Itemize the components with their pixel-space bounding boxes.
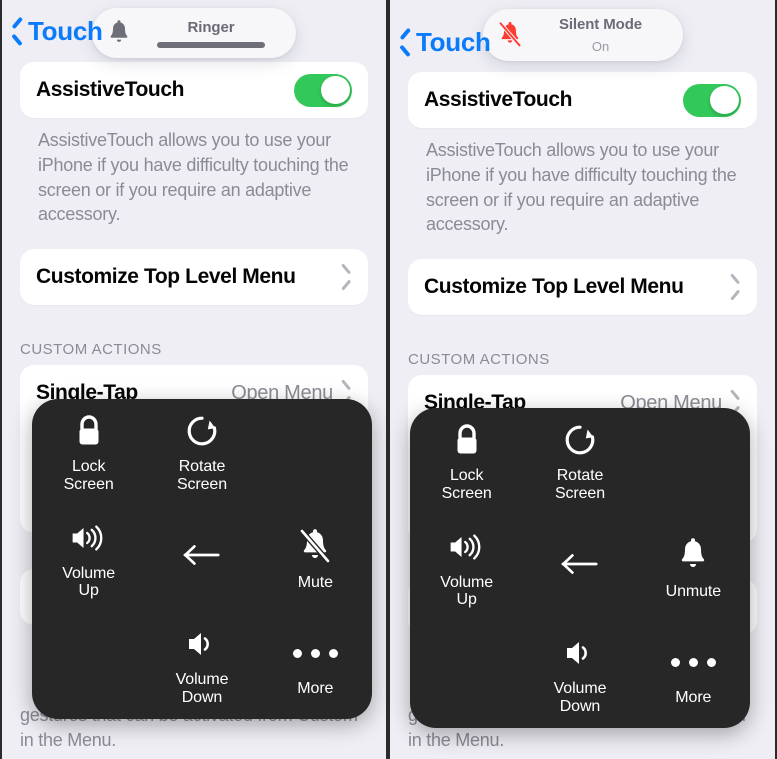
at-menu-rotate-screen[interactable]: Rotate Screen [523, 408, 636, 515]
back-button-right[interactable]: Touch [400, 27, 491, 58]
screenshot-stage: Touch Ringer AssistiveTouch AssistiveTou… [0, 0, 777, 759]
volume-down-icon [182, 624, 222, 664]
custom-actions-section-header: CUSTOM ACTIONS [408, 351, 550, 369]
bell-icon [673, 536, 713, 576]
at-menu-empty-top-right [259, 399, 372, 506]
assistive-touch-row-right[interactable]: AssistiveTouch [408, 72, 757, 128]
at-menu-more[interactable]: More [259, 612, 372, 719]
toggle-knob [321, 75, 350, 105]
more-dots-icon [670, 642, 716, 682]
at-menu-unmute-label: Unmute [665, 582, 722, 600]
at-menu-volume-down-label: Volume Down [175, 671, 229, 707]
bell-icon [108, 20, 130, 46]
assistive-touch-label: AssistiveTouch [36, 78, 185, 101]
at-menu-volume-up-label: Volume Up [440, 573, 494, 609]
chevron-right-icon [730, 278, 741, 297]
bell-slash-icon [497, 21, 523, 49]
at-menu-more[interactable]: More [637, 621, 750, 728]
ringer-banner-title: Ringer [187, 18, 235, 36]
at-menu-empty-bottom-left [410, 621, 523, 728]
chevron-left-icon [400, 31, 413, 53]
back-button-left[interactable]: Touch [12, 16, 103, 47]
volume-down-icon [560, 633, 600, 673]
at-menu-lock-screen[interactable]: Lock Screen [32, 399, 145, 506]
at-menu-back[interactable] [523, 515, 636, 622]
at-menu-empty-top-right [637, 408, 750, 515]
customize-top-level-menu-row[interactable]: Customize Top Level Menu [408, 259, 757, 315]
at-menu-volume-up[interactable]: Volume Up [32, 506, 145, 613]
assistive-touch-card-right: AssistiveTouch [408, 72, 757, 128]
assistive-touch-menu-left[interactable]: Lock Screen Rotate Screen Volume Up Mute… [32, 399, 372, 719]
back-button-label: Touch [28, 15, 103, 46]
at-menu-lock-screen[interactable]: Lock Screen [410, 408, 523, 515]
customize-menu-card-left: Customize Top Level Menu [20, 249, 368, 306]
ringer-banner-body: Ringer [142, 19, 280, 48]
lock-icon [69, 411, 109, 451]
at-menu-back[interactable] [145, 506, 258, 613]
phone-screen-right: 9:29 Touch [388, 0, 777, 759]
at-menu-rotate-screen-label: Rotate Screen [176, 457, 228, 493]
customize-top-level-menu-row[interactable]: Customize Top Level Menu [20, 249, 368, 305]
lock-icon [447, 420, 487, 460]
ringer-volume-slider[interactable] [157, 41, 265, 48]
arrow-left-icon [560, 544, 600, 584]
silent-mode-banner-title: Silent Mode [558, 16, 643, 33]
toggle-knob [710, 85, 739, 115]
back-button-label: Touch [416, 26, 491, 57]
at-menu-volume-down[interactable]: Volume Down [145, 612, 258, 719]
at-menu-more-label: More [675, 689, 712, 707]
at-menu-lock-screen-label: Lock Screen [441, 466, 492, 502]
at-menu-empty-bottom-left [32, 612, 145, 719]
customize-menu-card-right: Customize Top Level Menu [408, 259, 757, 316]
custom-actions-section-header: CUSTOM ACTIONS [20, 341, 162, 359]
bell-slash-icon [295, 527, 335, 567]
at-menu-volume-down[interactable]: Volume Down [523, 621, 636, 728]
assistive-touch-card-left: AssistiveTouch [20, 62, 368, 118]
volume-up-icon [447, 527, 487, 567]
assistive-touch-label: AssistiveTouch [424, 88, 573, 111]
more-dots-icon [292, 633, 338, 673]
customize-top-level-menu-label: Customize Top Level Menu [36, 265, 296, 289]
at-menu-lock-screen-label: Lock Screen [63, 457, 114, 493]
rotate-icon [560, 420, 600, 460]
at-menu-rotate-screen-label: Rotate Screen [554, 466, 606, 502]
nav-bar-right: Touch Silent Mode On [390, 0, 775, 72]
assistive-touch-menu-right[interactable]: Lock Screen Rotate Screen Volume Up Unmu… [410, 408, 750, 728]
nav-bar-left: Touch Ringer [2, 0, 386, 62]
at-menu-rotate-screen[interactable]: Rotate Screen [145, 399, 258, 506]
assistive-touch-description-left: AssistiveTouch allows you to use your iP… [38, 130, 349, 225]
at-menu-more-label: More [297, 680, 334, 698]
arrow-left-icon [182, 535, 222, 575]
assistive-touch-toggle[interactable] [294, 73, 352, 107]
at-menu-volume-up[interactable]: Volume Up [410, 515, 523, 622]
silent-mode-banner-body: Silent Mode On [533, 16, 669, 54]
silent-mode-banner-subtitle: On [591, 39, 610, 54]
ringer-banner: Ringer [92, 8, 296, 58]
silent-mode-banner: Silent Mode On [482, 9, 683, 61]
volume-up-icon [69, 518, 109, 558]
customize-top-level-menu-label: Customize Top Level Menu [424, 275, 684, 299]
assistive-touch-row-left[interactable]: AssistiveTouch [20, 62, 368, 118]
at-menu-volume-down-label: Volume Down [553, 680, 607, 716]
at-menu-mute[interactable]: Mute [259, 506, 372, 613]
rotate-icon [182, 411, 222, 451]
at-menu-volume-up-label: Volume Up [62, 564, 116, 600]
phone-screen-left: Touch Ringer AssistiveTouch AssistiveTou… [0, 0, 388, 759]
assistive-touch-toggle[interactable] [683, 83, 741, 117]
chevron-right-icon [341, 268, 352, 287]
at-menu-unmute[interactable]: Unmute [637, 515, 750, 622]
chevron-left-icon [12, 20, 25, 42]
at-menu-mute-label: Mute [297, 573, 333, 591]
assistive-touch-description-right: AssistiveTouch allows you to use your iP… [426, 140, 737, 235]
